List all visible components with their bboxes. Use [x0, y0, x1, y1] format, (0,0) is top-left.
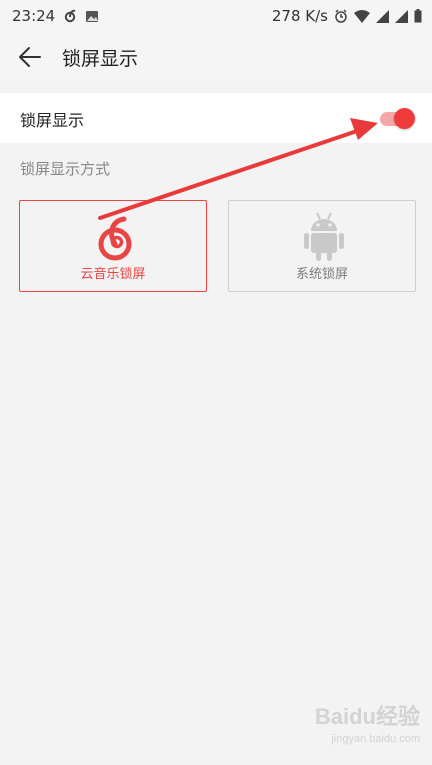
mode-option-label: 云音乐锁屏: [80, 267, 146, 282]
app-bar: 锁屏显示: [0, 32, 432, 82]
battery-icon: [414, 9, 422, 23]
screen: 23:24 278 K/s 锁屏显示 锁屏显示 锁屏显示方式 云音乐锁屏 系统锁…: [0, 0, 432, 765]
status-bar: 23:24 278 K/s: [0, 0, 432, 32]
mode-section-label: 锁屏显示方式: [20, 160, 111, 178]
status-bar-left: 23:24: [12, 7, 99, 25]
image-icon: [85, 10, 99, 23]
network-speed: 278 K/s: [271, 7, 328, 25]
android-robot-icon: [304, 212, 344, 261]
wifi-icon: [354, 9, 370, 23]
alarm-icon: [334, 9, 348, 23]
page-title: 锁屏显示: [62, 48, 139, 70]
back-arrow-icon: [19, 47, 41, 67]
netease-music-logo-icon: [98, 216, 132, 261]
signal-icon: [395, 9, 408, 23]
netease-music-icon: [63, 9, 77, 23]
lockscreen-toggle-row[interactable]: 锁屏显示: [0, 93, 432, 143]
status-bar-right: 278 K/s: [272, 7, 422, 25]
toggle-thumb: [394, 108, 415, 129]
lockscreen-toggle-switch[interactable]: [378, 108, 416, 129]
signal-icon: [376, 9, 389, 23]
watermark-sub: jingyan.baidu.com: [331, 733, 420, 745]
status-time: 23:24: [12, 7, 56, 25]
lockscreen-toggle-label: 锁屏显示: [20, 111, 85, 130]
back-button[interactable]: [14, 42, 46, 72]
watermark-text: Baidu经验: [314, 704, 420, 729]
mode-option-label: 系统锁屏: [295, 267, 348, 282]
mode-option-system[interactable]: 系统锁屏: [228, 200, 416, 292]
watermark: Baidu经验 jingyan.baidu.com: [315, 699, 420, 745]
mode-option-netease[interactable]: 云音乐锁屏: [19, 200, 207, 292]
